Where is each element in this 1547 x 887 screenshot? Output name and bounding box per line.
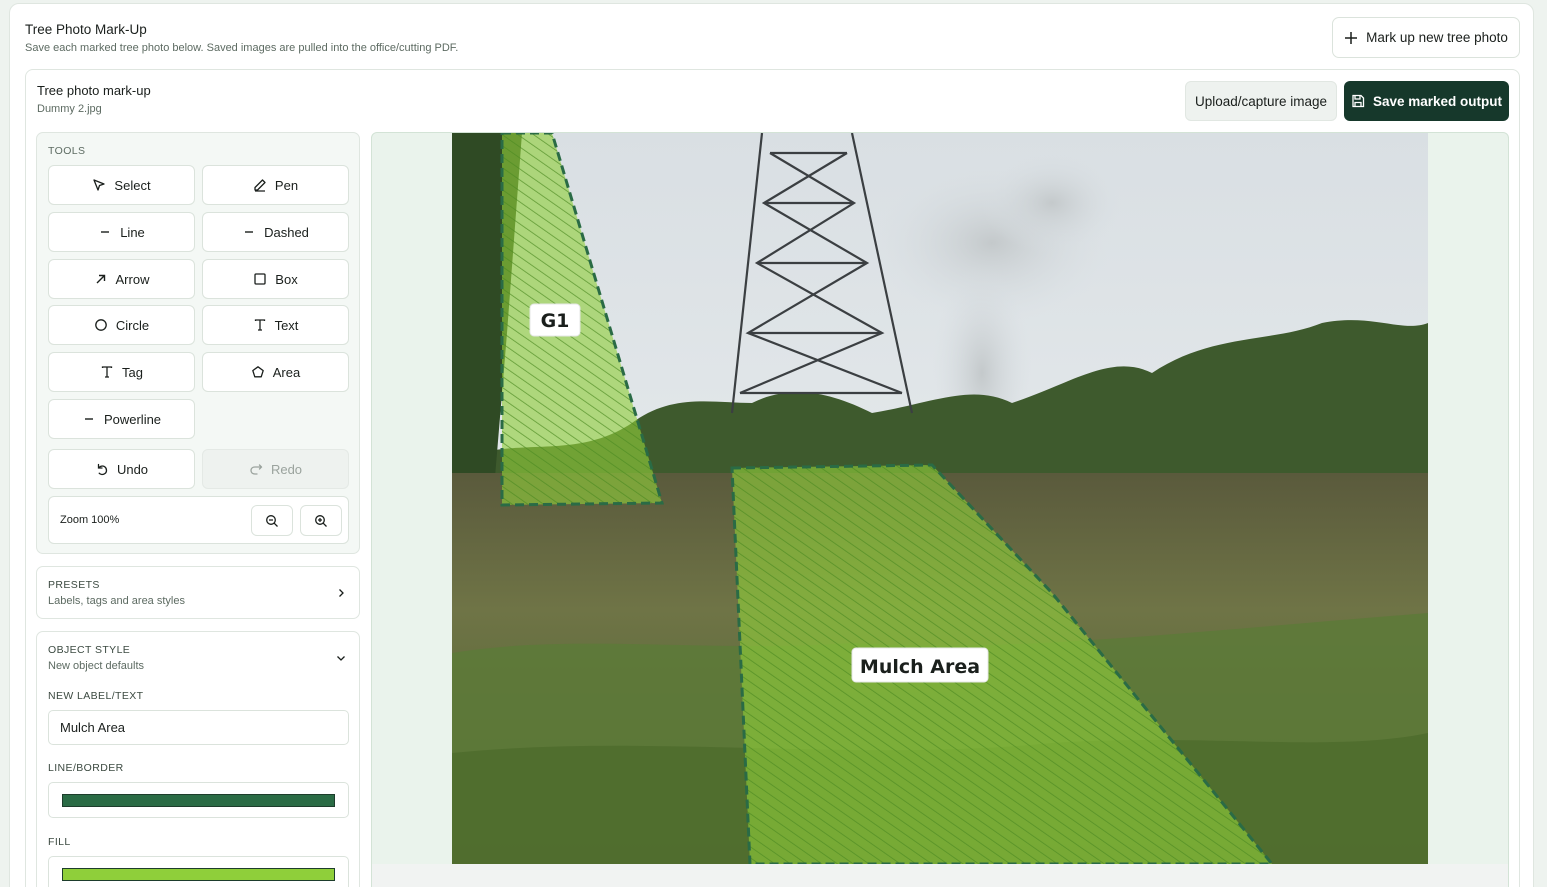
- presets-title: PRESETS: [48, 579, 100, 591]
- tree-photo[interactable]: G1 Mulch Area: [452, 133, 1428, 864]
- zoom-out-button[interactable]: [251, 505, 293, 536]
- chevron-right-icon: [339, 589, 344, 597]
- annotation-label: Mulch Area: [860, 656, 980, 678]
- tool-circle[interactable]: Circle: [48, 305, 195, 345]
- object-style-title: OBJECT STYLE: [48, 644, 131, 656]
- object-style-subtitle: New object defaults: [48, 660, 144, 672]
- redo-button[interactable]: Redo: [202, 449, 349, 489]
- tool-label: Circle: [115, 317, 150, 333]
- tools-panel: TOOLS Select Pen Line Dashed Arrow Box C…: [36, 132, 360, 554]
- tag-icon: [101, 366, 113, 378]
- pointer-icon: [93, 179, 106, 191]
- annotation-tag[interactable]: G1: [529, 303, 581, 337]
- markup-canvas[interactable]: G1 Mulch Area: [371, 132, 1509, 887]
- undo-label: Undo: [116, 461, 149, 477]
- page-title: Tree Photo Mark-Up: [25, 22, 147, 37]
- tool-label: Tag: [122, 364, 143, 380]
- text-icon: [254, 319, 265, 331]
- undo-button[interactable]: Undo: [48, 449, 195, 489]
- tool-area[interactable]: Area: [202, 352, 349, 392]
- box-icon: [254, 273, 266, 285]
- zoom-out-icon: [266, 514, 278, 527]
- zoom-in-button[interactable]: [300, 505, 342, 536]
- arrow-icon: [96, 274, 105, 284]
- zoom-in-icon: [315, 514, 327, 527]
- tool-select[interactable]: Select: [48, 165, 195, 205]
- pen-icon: [254, 179, 266, 192]
- tools-heading: TOOLS: [48, 145, 86, 157]
- presets-section[interactable]: PRESETS Labels, tags and area styles: [36, 566, 360, 619]
- line-border-color-picker[interactable]: [48, 782, 349, 818]
- presets-subtitle: Labels, tags and area styles: [48, 595, 185, 607]
- label-text-input[interactable]: [48, 710, 349, 745]
- line-border-swatch: [62, 794, 335, 807]
- tool-tag[interactable]: Tag: [48, 352, 195, 392]
- fill-swatch: [62, 868, 335, 881]
- label-text-field-label: NEW LABEL/TEXT: [48, 690, 144, 702]
- redo-icon: [250, 464, 263, 475]
- canvas-footer: [372, 864, 1508, 887]
- tool-text[interactable]: Text: [202, 305, 349, 345]
- save-marked-output-button[interactable]: Save marked output: [1344, 81, 1509, 121]
- redo-label: Redo: [270, 461, 303, 477]
- tool-label: Line: [120, 224, 145, 240]
- file-name: Dummy 2.jpg: [37, 103, 102, 115]
- fill-color-picker[interactable]: [48, 856, 349, 887]
- mark-up-new-photo-button[interactable]: Mark up new tree photo: [1332, 17, 1520, 58]
- markup-panel: Tree photo mark-up Dummy 2.jpg Upload/ca…: [25, 69, 1520, 887]
- undo-icon: [97, 463, 108, 476]
- dashed-icon: [245, 231, 254, 233]
- fill-field-label: FILL: [48, 836, 71, 848]
- chevron-down-icon[interactable]: [335, 652, 347, 664]
- zoom-level: Zoom 100%: [60, 514, 120, 526]
- tool-label: Arrow: [115, 271, 150, 287]
- new-button-label: Mark up new tree photo: [1366, 30, 1508, 45]
- save-icon: [1352, 94, 1365, 108]
- tool-label: Pen: [274, 177, 299, 193]
- tool-box[interactable]: Box: [202, 259, 349, 299]
- page-subtitle: Save each marked tree photo below. Saved…: [25, 42, 459, 54]
- tool-label: Box: [275, 271, 298, 287]
- upload-capture-button[interactable]: Upload/capture image: [1185, 81, 1337, 121]
- panel-title: Tree photo mark-up: [37, 83, 151, 98]
- tool-powerline[interactable]: Powerline: [48, 399, 195, 439]
- app-container: Tree Photo Mark-Up Save each marked tree…: [9, 3, 1534, 887]
- object-style-section: OBJECT STYLE New object defaults NEW LAB…: [36, 631, 360, 887]
- tool-pen[interactable]: Pen: [202, 165, 349, 205]
- tool-line[interactable]: Line: [48, 212, 195, 252]
- tool-label: Area: [272, 364, 301, 380]
- tool-label: Text: [274, 317, 299, 333]
- plus-icon: [1345, 31, 1358, 44]
- tool-label: Powerline: [103, 411, 162, 427]
- tool-arrow[interactable]: Arrow: [48, 259, 195, 299]
- zoom-control: Zoom 100%: [48, 496, 349, 544]
- save-button-label: Save marked output: [1372, 93, 1503, 109]
- powerline-icon: [84, 418, 93, 420]
- annotation-tag[interactable]: Mulch Area: [851, 647, 989, 683]
- tool-label: Select: [114, 177, 151, 193]
- tool-dashed[interactable]: Dashed: [202, 212, 349, 252]
- tool-label: Dashed: [264, 224, 309, 240]
- line-icon: [101, 231, 110, 233]
- line-border-field-label: LINE/BORDER: [48, 762, 124, 774]
- polygon-icon: [251, 366, 264, 378]
- annotation-label: G1: [541, 310, 570, 332]
- circle-icon: [95, 319, 107, 331]
